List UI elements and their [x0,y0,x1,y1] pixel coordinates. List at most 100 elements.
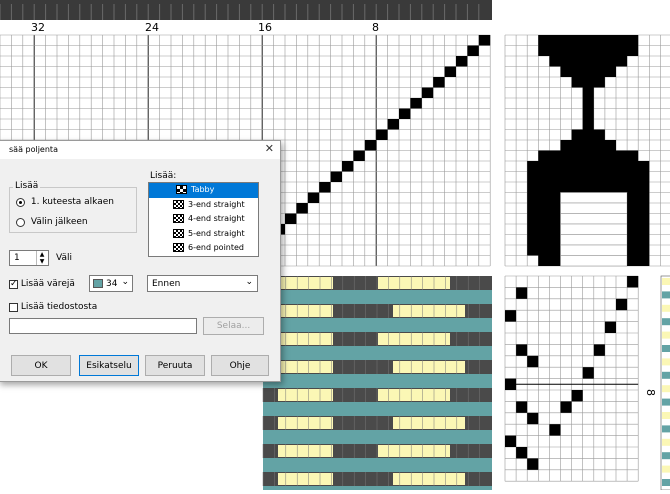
threading-mark [296,203,308,214]
threading-mark [376,129,388,140]
ruler-bar [0,0,492,20]
close-icon[interactable]: ✕ [265,142,274,155]
treadling-mark [616,298,628,311]
fabric-weft-yellow [278,361,333,373]
radio-first-weft[interactable]: 1. kuteesta alkaen [16,197,114,208]
fabric-weft-yellow [378,333,450,345]
treadling-mark [505,310,517,322]
add-from-file-checkbox-box[interactable] [9,302,18,312]
threading-mark [444,66,456,77]
color-strip-cell [662,479,670,486]
radio-first-weft-label: 1. kuteesta alkaen [30,197,114,207]
treadling-mark [516,287,528,299]
pattern-cell-empty [560,202,628,214]
color-strip-cell [662,385,670,393]
threading-mark [353,150,365,161]
fabric-weft-yellow [393,361,465,373]
color-strip-cell [662,318,670,326]
list-item-label: 5-end straight [188,228,245,238]
pattern-cell-block [627,213,650,224]
interval-spinner[interactable]: 1 ▲ ▼ [9,250,49,266]
fabric-weft-yellow [378,277,450,289]
threading-mark [421,87,434,98]
ruler-label: 32 [31,21,45,34]
pattern-cell-block [560,140,616,151]
pattern-cell-block [627,224,650,235]
treadling-mark [593,344,605,356]
pattern-cell-block [527,224,561,235]
treadling-mark [505,378,517,390]
treadling-ruler-label: 8 [644,389,657,396]
spinner-arrows-icon[interactable]: ▲ ▼ [36,251,47,265]
list-item[interactable]: 5-end straight [149,227,258,242]
ruler-label: 24 [145,21,159,34]
threading-mark [319,182,331,193]
add-colors-checkbox[interactable]: ✓ Lisää värejä [9,279,75,290]
treadling-mark [516,401,528,413]
list-item[interactable]: Tabby [149,183,258,198]
pattern-cell-block [582,87,594,98]
color-strip-cell [662,438,670,446]
list-item-label: Tabby [191,185,215,194]
dialog-title: sää poljenta [9,145,58,154]
checkbox-checked-icon[interactable]: ✓ [9,279,18,289]
cancel-button[interactable]: Peruuta [145,355,205,376]
ruler-label: 16 [258,21,272,34]
pattern-cell-block [527,245,561,256]
fabric-weft-yellow [278,333,333,345]
ok-button[interactable]: OK [11,355,71,376]
color-strip-cell [662,412,670,419]
list-item[interactable]: 3-end straight [149,198,258,213]
pattern-cell-block [527,171,650,182]
fabric-weft-yellow [278,305,333,317]
treadling-mark [549,424,561,436]
pattern-cell-empty [560,244,628,256]
color-select[interactable]: 34 ⌄ [89,275,133,292]
pattern-cell-empty [560,213,628,225]
treadling-pattern-list[interactable]: Tabby 3-end straight 4-end straight 5-end s… [148,182,259,257]
fabric-weft-yellow [278,445,333,457]
position-select[interactable]: Ennen ⌄ [147,275,258,292]
treadling-mark [582,367,594,379]
pattern-cell-block [560,66,616,77]
list-item-label: 4-end straight [188,214,245,223]
list-item-label: 6-end pointed [188,243,244,252]
weave-pattern-icon [176,185,187,194]
fabric-weft-yellow [393,305,465,317]
radio-after-interval[interactable]: Välin jälkeen [16,217,88,228]
add-from-file-label: Lisää tiedostosta [20,302,98,312]
radio-after-interval-indicator[interactable] [16,217,25,227]
pattern-cell-block [627,234,650,245]
add-from-file-checkbox[interactable]: Lisää tiedostosta [9,302,97,313]
pattern-cell-block [582,108,594,119]
treadling-mark [627,276,639,288]
pattern-cell-block [582,119,594,130]
pattern-cell-block [538,150,639,161]
pattern-cell-block [571,77,605,88]
pattern-cell-block [627,192,650,203]
threading-mark [307,192,320,203]
fabric-weft-yellow [378,389,450,401]
fabric-weft-yellow [378,445,450,457]
dialog-titlebar: sää poljenta ✕ [0,141,280,159]
browse-button[interactable]: Selaa... [203,317,264,335]
color-strip-cell [662,345,670,352]
threading-mark [399,108,411,119]
list-item[interactable]: 4-end straight [149,212,258,227]
list-item[interactable]: 6-end pointed [149,241,258,256]
lisaa-group-label: Lisää [13,181,41,191]
help-button[interactable]: Ohje [211,355,269,376]
preview-button[interactable]: Esikatselu [79,355,139,376]
treadling-mark [527,355,539,368]
treadling-mark [560,401,572,413]
weave-pattern-icon [173,243,184,252]
pattern-cell-block [527,203,561,214]
radio-first-weft-indicator[interactable] [16,197,25,207]
color-strip-cell [662,331,670,339]
file-path-input[interactable] [9,318,197,334]
pattern-cell-block [582,98,594,109]
fabric-weft-yellow [278,389,333,401]
threading-mark [410,98,422,109]
threading-mark [330,171,342,182]
treadling-mark [604,321,616,333]
